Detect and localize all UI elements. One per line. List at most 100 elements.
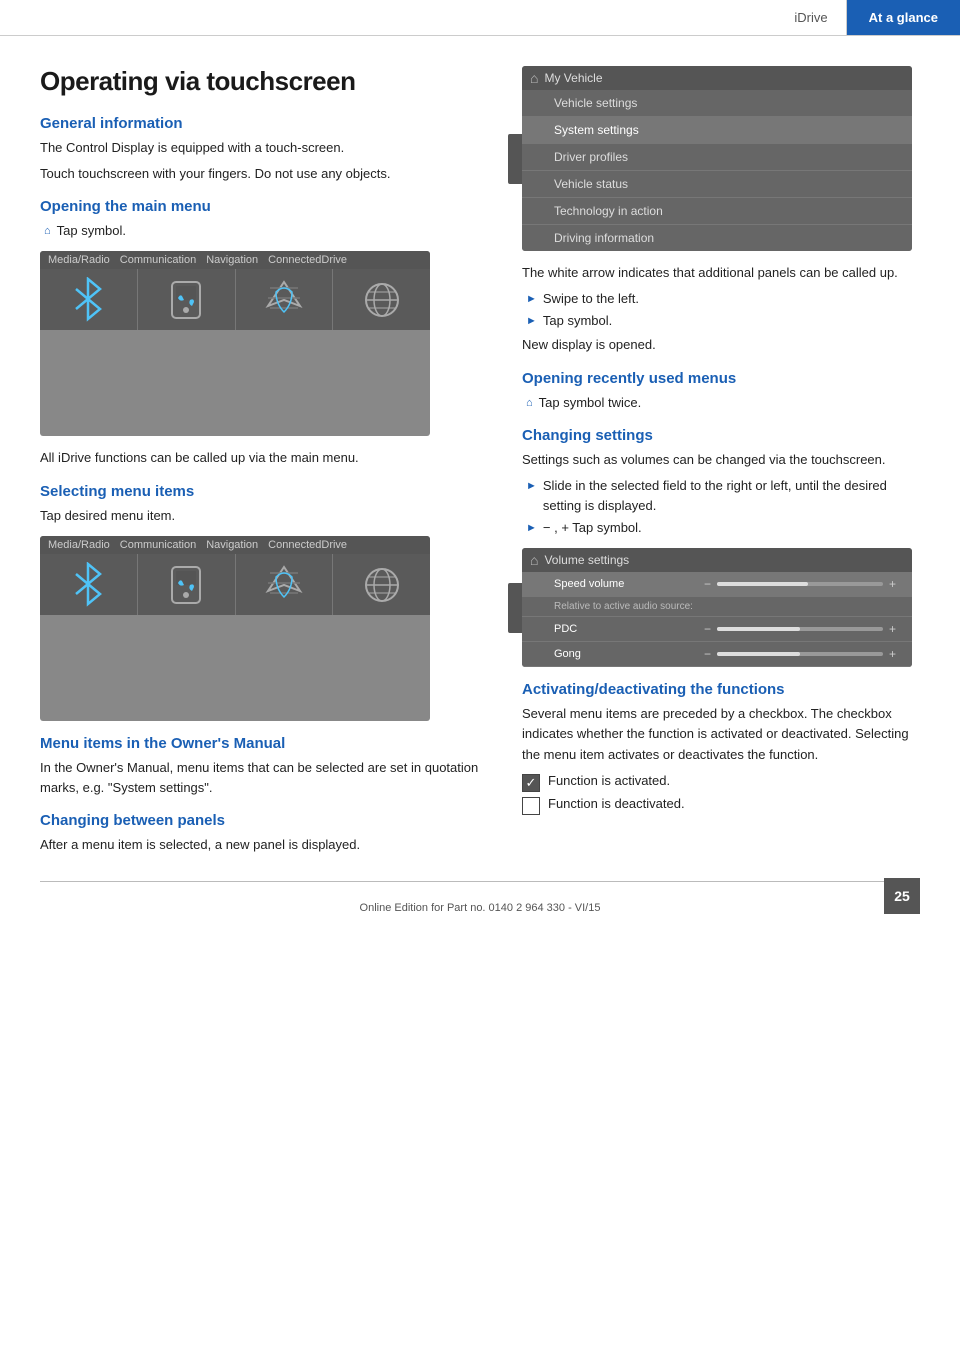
activating-para: Several menu items are preceded by a che… [522,704,920,764]
phone-icon-2 [159,558,213,612]
volume-home-icon: ⌂ [530,552,538,568]
checkbox-item-activated: ✓ Function is activated. [522,773,920,792]
home-symbol-icon: ⌂ [44,223,51,240]
bullet-arrow-icon-1: ► [526,291,537,308]
tap-symbol-text: Tap symbol. [57,221,126,241]
vol-bar-pdc [717,627,883,631]
vol-plus-pdc: + [889,622,896,636]
section-heading-activating: Activating/deactivating the functions [522,681,920,698]
screen-mockup-2: Media/Radio Communication Navigation Con… [40,536,430,721]
vol-subtext: Relative to active audio source: [522,597,912,617]
car-display-intro: The white arrow indicates that additiona… [522,263,920,283]
vol-minus-speed: − [704,577,711,591]
volume-row-gong: Gong − + [522,642,912,667]
at-a-glance-text: At a glance [869,10,938,25]
globe-icon-1 [355,273,409,327]
right-column: ⌂ My Vehicle Vehicle settings System set… [522,66,920,861]
bullet-minus-plus-text: − , + Tap symbol. [543,518,642,538]
tab-media-radio-2: Media/Radio [48,539,110,551]
icon-cell-bluetooth-1 [40,269,138,330]
vol-fill-pdc [717,627,800,631]
menu-item-vehicle-status: Vehicle status [522,171,912,198]
vol-bar-gong [717,652,883,656]
general-info-para-2: Touch touchscreen with your fingers. Do … [40,164,490,184]
car-display-header: ⌂ My Vehicle [522,66,912,90]
section-heading-changing-panels: Changing between panels [40,812,490,829]
new-display-text: New display is opened. [522,335,920,355]
nav-icon-2 [257,558,311,612]
main-content: Operating via touchscreen General inform… [0,36,960,881]
left-column: Operating via touchscreen General inform… [40,66,490,861]
knob-arrow-left [508,134,522,184]
bluetooth-icon-2 [61,558,115,612]
car-display: ⌂ My Vehicle Vehicle settings System set… [522,66,912,251]
checkmark-icon: ✓ [526,776,537,789]
bullet-arrow-icon-3: ► [526,478,537,495]
bullet-arrow-icon-4: ► [526,520,537,537]
checkbox-deactivated [522,797,540,815]
screen-icons-row-1 [40,269,430,330]
vol-fill-speed [717,582,808,586]
icon-cell-nav-2 [236,554,334,615]
footer-edition-text: Online Edition for Part no. 0140 2 964 3… [360,902,601,914]
vol-fill-gong [717,652,800,656]
vol-plus-speed: + [889,577,896,591]
page-header: iDrive At a glance [0,0,960,36]
bluetooth-icon-1 [61,273,115,327]
changing-settings-para: Settings such as volumes can be changed … [522,450,920,470]
bullet-tap-text: Tap symbol. [543,311,612,331]
icon-cell-phone-1 [138,269,236,330]
main-menu-below-text: All iDrive functions can be called up vi… [40,448,490,468]
checkbox-activated-label: Function is activated. [548,773,670,788]
screen-tab-bar-2: Media/Radio Communication Navigation Con… [40,536,430,554]
changing-panels-para: After a menu item is selected, a new pan… [40,835,490,855]
volume-row-speed: Speed volume − + [522,572,912,597]
tab-navigation-2: Navigation [206,539,258,551]
volume-display-title: Volume settings [544,553,629,567]
phone-icon-1 [159,273,213,327]
checkbox-item-deactivated: Function is deactivated. [522,796,920,815]
footer-text: Online Edition for Part no. 0140 2 964 3… [0,902,960,914]
screen-mockup-1: Media/Radio Communication Navigation Con… [40,251,430,436]
tap-symbol-item: ⌂ Tap symbol. [40,221,490,241]
page-title: Operating via touchscreen [40,66,490,97]
car-display-home-icon: ⌂ [530,70,538,86]
tab-media-radio-1: Media/Radio [48,254,110,266]
general-info-para-1: The Control Display is equipped with a t… [40,138,490,158]
menu-item-technology-action: Technology in action [522,198,912,225]
icon-cell-globe-1 [333,269,430,330]
bullet-swipe-text: Swipe to the left. [543,289,639,309]
bullet-tap-symbol: ► Tap symbol. [522,311,920,331]
vol-minus-pdc: − [704,622,711,636]
nav-icon-1 [257,273,311,327]
bullet-minus-plus: ► − , + Tap symbol. [522,518,920,538]
tab-communication-1: Communication [120,254,196,266]
vol-plus-gong: + [889,647,896,661]
tap-twice-text: Tap symbol twice. [539,393,642,413]
section-heading-general-info: General information [40,115,490,132]
globe-icon-2 [355,558,409,612]
vol-minus-gong: − [704,647,711,661]
idrive-text: iDrive [794,10,827,25]
header-idrive-label: iDrive [776,0,846,35]
menu-item-vehicle-settings: Vehicle settings [522,90,912,117]
knob-arrow-left-volume [508,583,522,633]
volume-row-pdc: PDC − + [522,617,912,642]
checkbox-activated: ✓ [522,774,540,792]
car-display-menu-title: My Vehicle [544,71,602,85]
tap-symbol-twice-item: ⌂ Tap symbol twice. [522,393,920,413]
header-at-a-glance-label: At a glance [847,0,960,35]
footer-area: Online Edition for Part no. 0140 2 964 3… [0,882,960,928]
icon-cell-phone-2 [138,554,236,615]
checkbox-section: ✓ Function is activated. Function is dea… [522,773,920,815]
car-display-menu: Vehicle settings System settings Driver … [522,90,912,251]
vol-label-gong: Gong [554,648,694,660]
tab-connected-drive-1: ConnectedDrive [268,254,347,266]
vol-label-speed: Speed volume [554,578,694,590]
car-display-wrapper: ⌂ My Vehicle Vehicle settings System set… [522,66,920,251]
tab-navigation-1: Navigation [206,254,258,266]
icon-cell-nav-1 [236,269,334,330]
bullet-slide-text: Slide in the selected field to the right… [543,476,920,516]
menu-item-system-settings: System settings [522,117,912,144]
vol-label-pdc: PDC [554,623,694,635]
